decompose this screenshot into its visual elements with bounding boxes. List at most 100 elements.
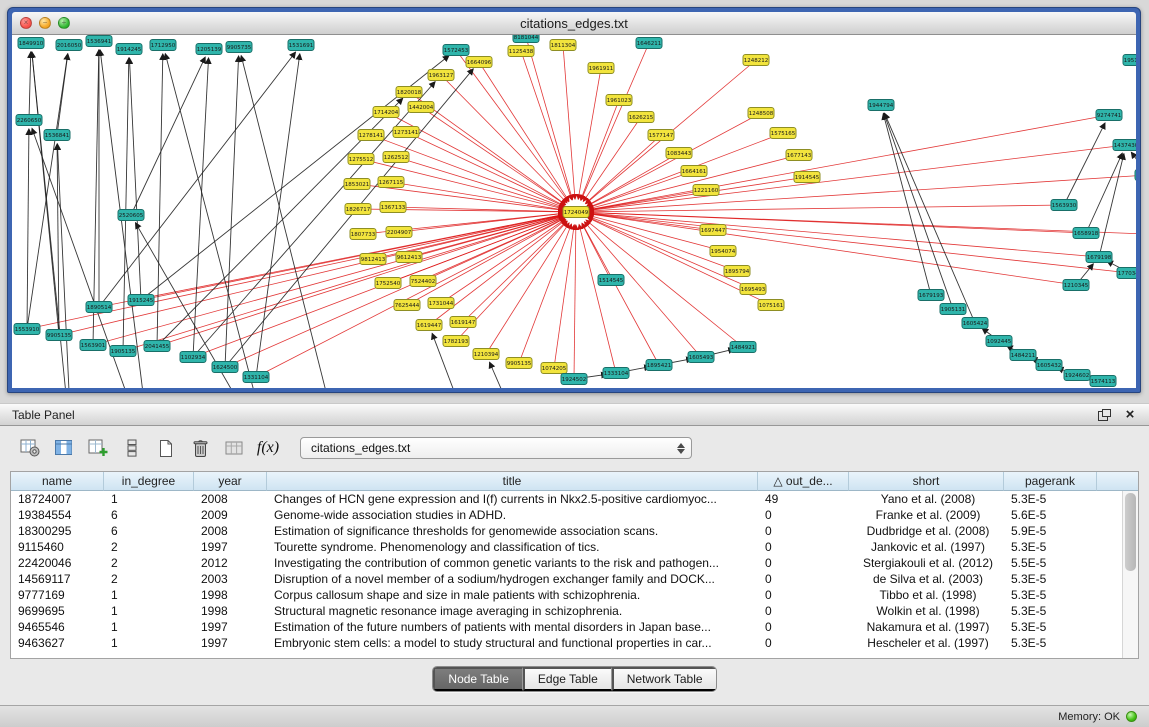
graph-node[interactable]: 1905131 xyxy=(940,304,966,315)
table-row[interactable]: 946362711997Embryonic stem cells: a mode… xyxy=(11,635,1122,651)
graph-node[interactable]: 7625444 xyxy=(394,300,420,311)
graph-node[interactable]: 1442004 xyxy=(408,102,434,113)
table-cell-title[interactable]: Disruption of a novel member of a sodium… xyxy=(267,571,758,587)
tab-network-table[interactable]: Network Table xyxy=(612,667,716,691)
graph-node[interactable]: 1905135 xyxy=(110,346,136,357)
table-cell-title[interactable]: Changes of HCN gene expression and I(f) … xyxy=(267,491,758,507)
table-cell-in_degree[interactable]: 2 xyxy=(104,555,194,571)
graph-node[interactable]: 1841074 xyxy=(1135,170,1136,181)
float-panel-icon[interactable] xyxy=(1097,408,1111,422)
graph-node[interactable]: 1575165 xyxy=(770,128,796,139)
table-cell-pagerank[interactable]: 5.3E-5 xyxy=(1004,603,1097,619)
table-mode-button[interactable] xyxy=(16,435,44,461)
new-table-button[interactable] xyxy=(152,435,180,461)
zoom-window-button[interactable]: + xyxy=(58,17,70,29)
graph-node[interactable]: 7524402 xyxy=(410,276,436,287)
graph-node[interactable]: 1890514 xyxy=(86,302,112,313)
graph-node[interactable]: 1367133 xyxy=(380,202,406,213)
table-selector-dropdown[interactable]: citations_edges.txt xyxy=(300,437,692,459)
table-cell-in_degree[interactable]: 6 xyxy=(104,507,194,523)
graph-node[interactable]: 1563901 xyxy=(80,340,106,351)
table-cell-name[interactable]: 18724007 xyxy=(11,491,104,507)
table-cell-year[interactable]: 2008 xyxy=(194,491,267,507)
column-header-name[interactable]: name xyxy=(11,472,104,491)
row-tools-button[interactable] xyxy=(118,435,146,461)
create-column-button[interactable] xyxy=(84,435,112,461)
table-cell-name[interactable]: 18300295 xyxy=(11,523,104,539)
graph-node[interactable]: 1536941 xyxy=(86,36,112,47)
table-cell-in_degree[interactable]: 6 xyxy=(104,523,194,539)
table-row[interactable]: 1938455462009Genome-wide association stu… xyxy=(11,507,1122,523)
graph-node[interactable]: 2520605 xyxy=(118,210,144,221)
table-cell-out_degree[interactable]: 0 xyxy=(758,571,849,587)
graph-node[interactable]: 1514545 xyxy=(598,275,624,286)
graph-node[interactable]: 1278141 xyxy=(358,130,384,141)
graph-node[interactable]: 1752540 xyxy=(375,278,401,289)
graph-node[interactable]: 1951094 xyxy=(1123,55,1136,66)
graph-node[interactable]: 1770344 xyxy=(1117,268,1136,279)
graph-node[interactable]: 1624500 xyxy=(212,362,238,373)
table-cell-out_degree[interactable]: 0 xyxy=(758,507,849,523)
table-cell-title[interactable]: Genome-wide association studies in ADHD. xyxy=(267,507,758,523)
graph-node[interactable]: 1210394 xyxy=(473,349,499,360)
graph-node[interactable]: 9905135 xyxy=(46,330,72,341)
graph-node[interactable]: 1914245 xyxy=(116,44,142,55)
graph-node[interactable]: 1574113 xyxy=(1090,376,1116,387)
scrollbar-thumb[interactable] xyxy=(1125,493,1136,571)
graph-node[interactable]: 1572453 xyxy=(443,45,469,56)
table-cell-out_degree[interactable]: 0 xyxy=(758,555,849,571)
column-header-out_degree[interactable]: △ out_de... xyxy=(758,472,849,491)
table-cell-year[interactable]: 2008 xyxy=(194,523,267,539)
column-header-year[interactable]: year xyxy=(194,472,267,491)
show-columns-button[interactable] xyxy=(50,435,78,461)
graph-node[interactable]: 1248212 xyxy=(743,55,769,66)
table-row[interactable]: 2242004622012Investigating the contribut… xyxy=(11,555,1122,571)
graph-node[interactable]: 1267115 xyxy=(378,177,404,188)
graph-node[interactable]: 1679198 xyxy=(1086,252,1112,263)
graph-node[interactable]: 2016050 xyxy=(56,40,82,51)
table-cell-year[interactable]: 2012 xyxy=(194,555,267,571)
table-cell-pagerank[interactable]: 5.3E-5 xyxy=(1004,619,1097,635)
table-cell-title[interactable]: Embryonic stem cells: a model to study s… xyxy=(267,635,758,651)
tab-edge-table[interactable]: Edge Table xyxy=(523,667,612,691)
graph-node[interactable]: 1531691 xyxy=(288,40,314,51)
close-panel-icon[interactable]: × xyxy=(1123,408,1137,422)
table-cell-short[interactable]: Franke et al. (2009) xyxy=(849,507,1004,523)
table-cell-pagerank[interactable]: 5.5E-5 xyxy=(1004,555,1097,571)
column-header-in_degree[interactable]: in_degree xyxy=(104,472,194,491)
graph-node[interactable]: 1125438 xyxy=(508,46,534,57)
graph-node[interactable]: 1484211 xyxy=(1010,350,1036,361)
graph-node[interactable]: 9812413 xyxy=(360,254,386,265)
graph-node[interactable]: 1826717 xyxy=(345,204,371,215)
graph-node[interactable]: 1563930 xyxy=(1051,200,1077,211)
graph-node[interactable]: 1915245 xyxy=(128,295,154,306)
graph-node[interactable]: 1820018 xyxy=(396,87,422,98)
graph-node[interactable]: 9905135 xyxy=(506,358,532,369)
table-cell-in_degree[interactable]: 1 xyxy=(104,491,194,507)
function-builder-button[interactable]: f(x) xyxy=(254,435,282,461)
table-cell-out_degree[interactable]: 0 xyxy=(758,539,849,555)
graph-node[interactable]: 9905735 xyxy=(226,42,252,53)
table-cell-title[interactable]: Corpus callosum shape and size in male p… xyxy=(267,587,758,603)
graph-node[interactable]: 1658918 xyxy=(1073,228,1099,239)
table-cell-short[interactable]: Hescheler et al. (1997) xyxy=(849,635,1004,651)
table-row[interactable]: 911546021997Tourette syndrome. Phenomeno… xyxy=(11,539,1122,555)
network-window-titlebar[interactable]: × − + citations_edges.txt xyxy=(12,12,1136,35)
table-cell-name[interactable]: 9465546 xyxy=(11,619,104,635)
table-cell-in_degree[interactable]: 2 xyxy=(104,539,194,555)
table-cell-name[interactable]: 22420046 xyxy=(11,555,104,571)
graph-node[interactable]: 1102934 xyxy=(180,352,206,363)
table-cell-short[interactable]: Nakamura et al. (1997) xyxy=(849,619,1004,635)
graph-node[interactable]: 1083443 xyxy=(666,148,692,159)
table-cell-name[interactable]: 9777169 xyxy=(11,587,104,603)
table-cell-name[interactable]: 9699695 xyxy=(11,603,104,619)
graph-node[interactable]: 1484921 xyxy=(730,342,756,353)
graph-node[interactable]: 1092445 xyxy=(986,336,1012,347)
table-cell-title[interactable]: Estimation of the future numbers of pati… xyxy=(267,619,758,635)
import-table-button[interactable] xyxy=(220,435,248,461)
graph-node[interactable]: 1210345 xyxy=(1063,280,1089,291)
table-cell-year[interactable]: 1997 xyxy=(194,635,267,651)
graph-node[interactable]: 1895421 xyxy=(646,360,672,371)
graph-node[interactable]: 1695493 xyxy=(740,284,766,295)
table-row[interactable]: 977716911998Corpus callosum shape and si… xyxy=(11,587,1122,603)
